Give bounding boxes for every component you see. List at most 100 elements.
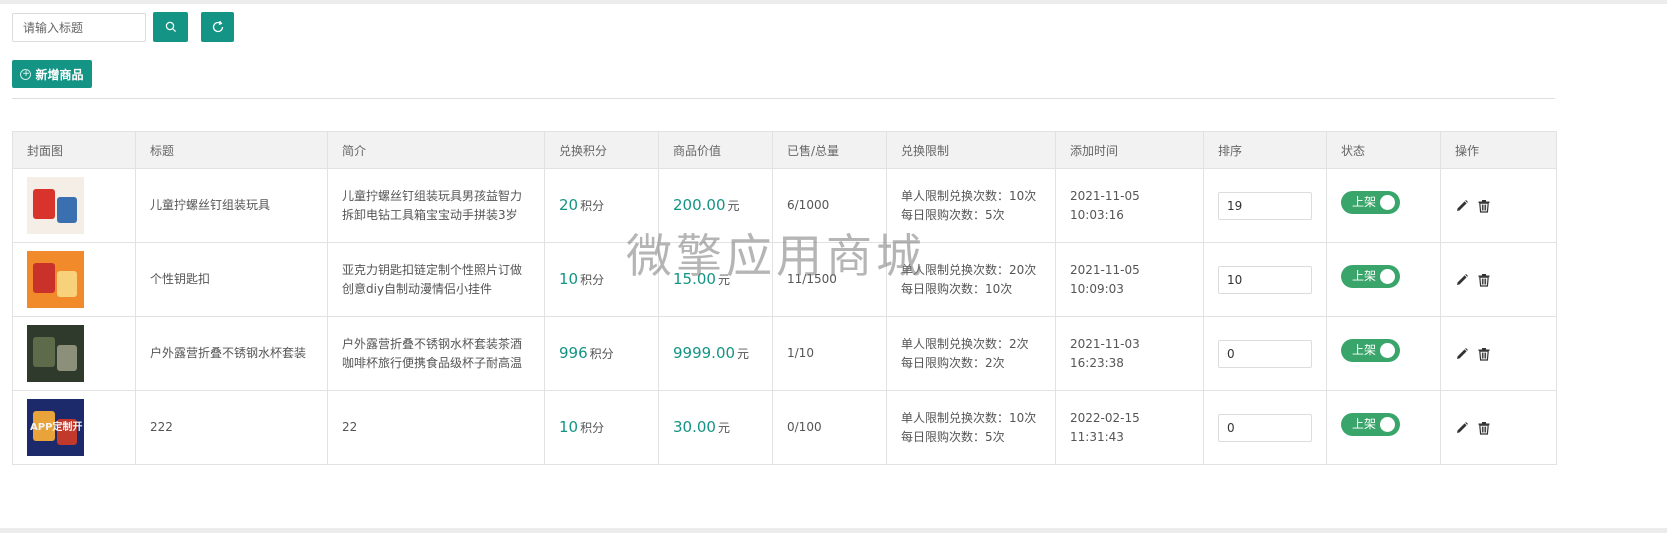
title-cell: 个性钥匙扣 (135, 242, 328, 317)
sold-total-cell: 11/1500 (772, 242, 887, 317)
goods-title: 222 (150, 420, 173, 434)
added-time-cell: 2021-11-05 10:03:16 (1055, 168, 1204, 243)
column-header: 商品价值 (658, 131, 773, 169)
bottom-strip (0, 528, 1667, 533)
divider (12, 98, 1555, 99)
table-row: 户外露营折叠不锈钢水杯套装 户外露营折叠不锈钢水杯套装茶酒咖啡杯旅行便携食品级杯… (12, 316, 1557, 391)
desc-cell: 亚克力钥匙扣链定制个性照片订做创意diy自制动漫情侣小挂件 (327, 242, 545, 317)
status-label: 上架 (1352, 269, 1377, 283)
goods-desc: 户外露营折叠不锈钢水杯套装茶酒咖啡杯旅行便携食品级杯子耐高温 (342, 336, 523, 370)
limit-day: 每日限购次数：2次 (901, 355, 1005, 370)
plus-circle-icon: + (20, 68, 32, 80)
edit-pencil-icon[interactable] (1455, 273, 1469, 287)
added-time: 2021-11-03 16:23:38 (1070, 336, 1140, 370)
price-unit: 元 (717, 272, 730, 287)
points-value: 10 (559, 269, 579, 288)
price-cell: 200.00 元 (658, 168, 773, 243)
status-cell: 上架 (1326, 168, 1441, 243)
column-header: 已售/总量 (772, 131, 887, 169)
cover-image (27, 325, 84, 382)
price-cell: 15.00 元 (658, 242, 773, 317)
sort-input[interactable] (1218, 339, 1312, 368)
limit-day: 每日限购次数：10次 (901, 281, 1013, 296)
column-header: 标题 (135, 131, 328, 169)
status-toggle[interactable]: 上架 (1341, 413, 1400, 436)
status-cell: 上架 (1326, 242, 1441, 317)
edit-pencil-icon[interactable] (1455, 421, 1469, 435)
refresh-button[interactable] (201, 12, 234, 42)
status-toggle[interactable]: 上架 (1341, 265, 1400, 288)
delete-trash-icon[interactable] (1477, 273, 1491, 287)
limit-day: 每日限购次数：5次 (901, 429, 1005, 444)
limit-cell: 单人限制兑换次数：2次 每日限购次数：2次 (886, 316, 1056, 391)
cover-image: APP定制开 (27, 399, 84, 456)
cover-cell (12, 168, 136, 243)
delete-trash-icon[interactable] (1477, 199, 1491, 213)
goods-desc: 儿童拧螺丝钉组装玩具男孩益智力拆卸电钻工具箱宝宝动手拼装3岁 (342, 188, 523, 222)
added-time-cell: 2021-11-03 16:23:38 (1055, 316, 1204, 391)
sold-total-cell: 1/10 (772, 316, 887, 391)
goods-title: 儿童拧螺丝钉组装玩具 (150, 198, 271, 212)
goods-table: 封面图 标题 简介 兑换积分 商品价值 已售/总量 兑换限制 添加时间 排序 状… (12, 131, 1557, 465)
cover-cell (12, 242, 136, 317)
price-value: 15.00 (673, 269, 716, 288)
points-unit: 积分 (580, 198, 605, 213)
points-unit: 积分 (580, 420, 605, 435)
limit-cell: 单人限制兑换次数：20次 每日限购次数：10次 (886, 242, 1056, 317)
points-cell: 10 积分 (544, 242, 659, 317)
sort-cell (1203, 316, 1327, 391)
cover-cell (12, 316, 136, 391)
price-value: 200.00 (673, 195, 726, 214)
sort-input[interactable] (1218, 191, 1312, 220)
sort-input[interactable] (1218, 265, 1312, 294)
sold-total-cell: 6/1000 (772, 168, 887, 243)
price-unit: 元 (737, 346, 750, 361)
price-unit: 元 (717, 420, 730, 435)
cover-image (27, 251, 84, 308)
added-time-cell: 2022-02-15 11:31:43 (1055, 390, 1204, 465)
goods-title: 个性钥匙扣 (150, 272, 211, 286)
limit-person: 单人限制兑换次数：10次 (901, 188, 1037, 203)
added-time: 2022-02-15 11:31:43 (1070, 410, 1140, 444)
column-header: 操作 (1440, 131, 1557, 169)
desc-cell: 儿童拧螺丝钉组装玩具男孩益智力拆卸电钻工具箱宝宝动手拼装3岁 (327, 168, 545, 243)
status-toggle[interactable]: 上架 (1341, 191, 1400, 214)
search-input[interactable] (12, 13, 146, 42)
sort-input[interactable] (1218, 413, 1312, 442)
toggle-knob (1380, 417, 1395, 432)
table-header-row: 封面图 标题 简介 兑换积分 商品价值 已售/总量 兑换限制 添加时间 排序 状… (12, 131, 1557, 169)
price-cell: 9999.00 元 (658, 316, 773, 391)
column-header: 添加时间 (1055, 131, 1204, 169)
ops-cell (1440, 390, 1557, 465)
added-time: 2021-11-05 10:03:16 (1070, 188, 1140, 222)
column-header: 兑换积分 (544, 131, 659, 169)
edit-pencil-icon[interactable] (1455, 347, 1469, 361)
add-goods-label: 新增商品 (35, 67, 84, 82)
status-label: 上架 (1352, 195, 1377, 209)
status-label: 上架 (1352, 417, 1377, 431)
goods-desc: 亚克力钥匙扣链定制个性照片订做创意diy自制动漫情侣小挂件 (342, 262, 523, 296)
added-time-cell: 2021-11-05 10:09:03 (1055, 242, 1204, 317)
ops-cell (1440, 168, 1557, 243)
search-button[interactable] (153, 12, 188, 42)
status-label: 上架 (1352, 343, 1377, 357)
ops-cell (1440, 316, 1557, 391)
column-header: 兑换限制 (886, 131, 1056, 169)
price-value: 9999.00 (673, 343, 736, 362)
status-toggle[interactable]: 上架 (1341, 339, 1400, 362)
added-time: 2021-11-05 10:09:03 (1070, 262, 1140, 296)
title-cell: 儿童拧螺丝钉组装玩具 (135, 168, 328, 243)
limit-day: 每日限购次数：5次 (901, 207, 1005, 222)
desc-cell: 22 (327, 390, 545, 465)
delete-trash-icon[interactable] (1477, 421, 1491, 435)
sort-cell (1203, 168, 1327, 243)
edit-pencil-icon[interactable] (1455, 199, 1469, 213)
top-strip (0, 0, 1667, 4)
delete-trash-icon[interactable] (1477, 347, 1491, 361)
sold-total: 6/1000 (787, 198, 830, 212)
title-cell: 222 (135, 390, 328, 465)
search-icon (165, 21, 176, 33)
add-goods-button[interactable]: + 新增商品 (12, 60, 92, 88)
toggle-knob (1380, 269, 1395, 284)
toggle-knob (1380, 195, 1395, 210)
